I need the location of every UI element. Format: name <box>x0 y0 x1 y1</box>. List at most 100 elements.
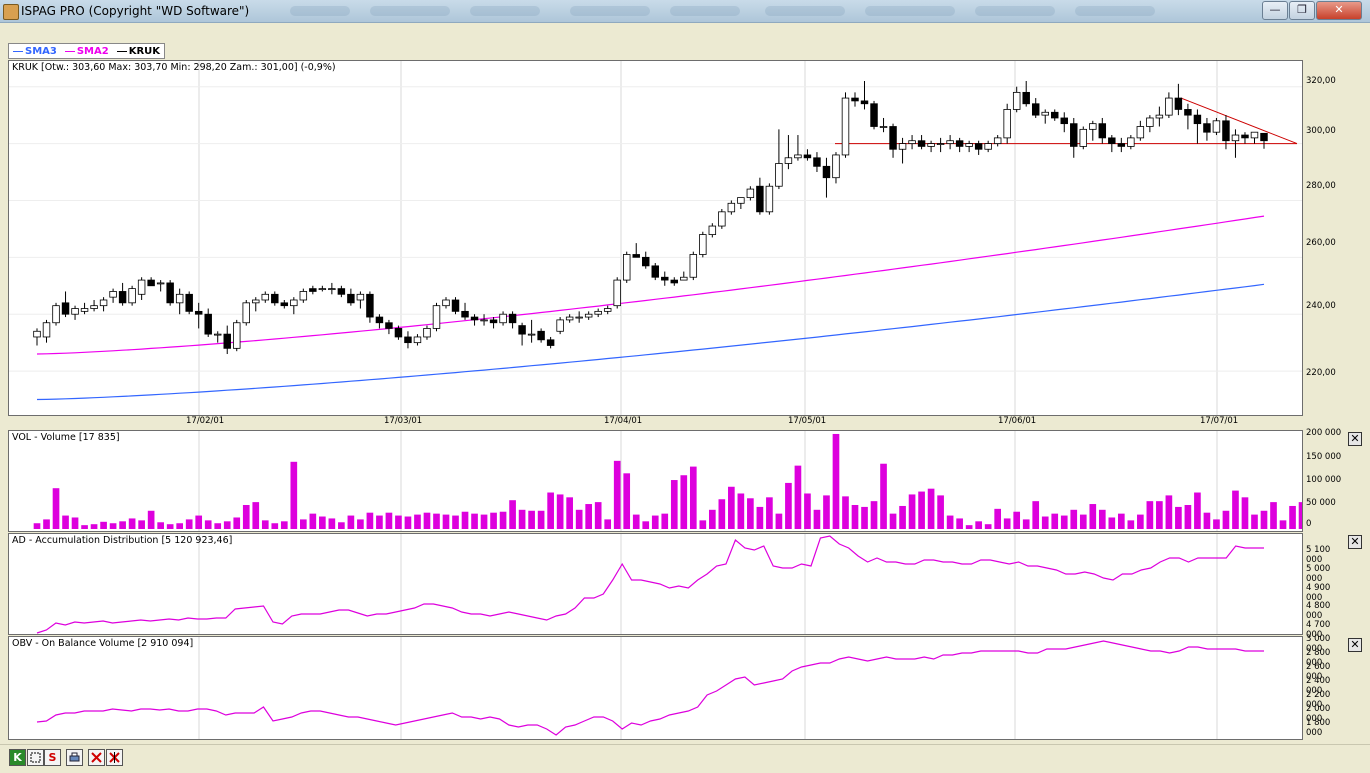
candle-body <box>470 316 479 321</box>
y-tick-label: 5 000 000 <box>1306 564 1331 584</box>
volume-bar <box>1022 519 1030 529</box>
candle <box>661 271 669 286</box>
volume-bar <box>1003 518 1011 529</box>
ad-close-icon[interactable]: ✕ <box>1348 535 1362 549</box>
legend-item-sma2[interactable]: SMA2 <box>64 46 109 57</box>
candle <box>1012 86 1021 113</box>
candle <box>1108 135 1116 153</box>
candle-body <box>651 265 659 278</box>
candle-body <box>556 319 564 332</box>
candle-body <box>718 211 726 227</box>
volume-bar <box>918 491 925 529</box>
candle-body <box>33 330 41 338</box>
candle <box>1222 115 1230 150</box>
candle-body <box>936 143 945 145</box>
background-taskbar-item <box>370 6 450 16</box>
candle-body <box>1260 132 1268 142</box>
volume-bar <box>1251 514 1258 529</box>
fit-view-icon[interactable] <box>27 749 44 766</box>
series-legend: SMA3 SMA2 KRUK <box>8 43 166 59</box>
candle-body <box>889 126 897 150</box>
candle <box>565 314 574 323</box>
candle <box>718 208 726 229</box>
candle-body <box>90 305 98 309</box>
legend-label: SMA3 <box>25 45 57 57</box>
close-button[interactable]: ✕ <box>1316 1 1362 20</box>
candle-body <box>309 288 317 292</box>
price-chart[interactable] <box>9 61 1302 415</box>
volume-bar <box>1032 501 1040 529</box>
volume-bar <box>100 521 107 529</box>
candle-body <box>794 154 802 159</box>
volume-bar <box>1241 497 1249 529</box>
candle-body <box>775 163 783 187</box>
candle-body <box>442 299 450 307</box>
volume-bar <box>1279 520 1287 529</box>
candle <box>1127 135 1135 150</box>
volume-bar <box>480 514 488 529</box>
candle <box>889 123 897 158</box>
restore-button[interactable]: ❐ <box>1289 1 1315 20</box>
volume-bar <box>575 509 583 529</box>
volume-bar <box>908 494 916 529</box>
candle-body <box>404 336 412 344</box>
candle <box>1070 117 1078 158</box>
print-icon[interactable] <box>66 749 83 766</box>
candle <box>974 140 983 155</box>
delete-drawing-icon[interactable] <box>88 749 105 766</box>
legend-item-sma3[interactable]: SMA3 <box>13 46 57 57</box>
volume-bar <box>1079 514 1087 529</box>
volume-bar <box>785 482 792 529</box>
volume-bar <box>699 520 707 529</box>
volume-close-icon[interactable]: ✕ <box>1348 432 1362 446</box>
legend-item-kruk[interactable]: KRUK <box>116 46 160 57</box>
candle <box>1117 137 1126 153</box>
candle-body <box>233 322 241 349</box>
delete-all-icon[interactable] <box>106 749 123 766</box>
candle <box>955 137 964 153</box>
volume-panel[interactable]: VOL - Volume [17 835] <box>8 430 1303 532</box>
volume-bar <box>490 512 497 529</box>
candle-body <box>1079 128 1088 147</box>
volume-bar <box>832 433 840 529</box>
candle-body <box>1241 134 1249 139</box>
s-button[interactable]: S <box>44 749 61 766</box>
candle-body <box>489 319 498 324</box>
volume-bar <box>1184 505 1192 529</box>
candle-body <box>955 140 964 147</box>
volume-bar <box>280 521 288 529</box>
obv-panel[interactable]: OBV - On Balance Volume [2 910 094] <box>8 636 1303 740</box>
candle <box>832 152 840 184</box>
background-taskbar-item <box>570 6 650 16</box>
volume-bar <box>737 493 745 529</box>
candle-body <box>642 256 650 267</box>
volume-bar <box>62 515 69 529</box>
candle-body <box>1231 134 1240 142</box>
volume-bar <box>642 521 650 529</box>
volume-bar <box>376 515 383 529</box>
obv-close-icon[interactable]: ✕ <box>1348 638 1362 652</box>
candle-body <box>537 330 545 341</box>
candle-body <box>1022 91 1030 105</box>
candle <box>784 135 793 170</box>
candle <box>1022 81 1030 107</box>
candle <box>261 291 270 303</box>
candle-body <box>394 328 403 338</box>
volume-bar <box>299 519 307 529</box>
candle <box>1003 103 1011 144</box>
volume-chart[interactable] <box>9 431 1302 531</box>
candle <box>870 100 878 130</box>
volume-bar <box>1165 495 1173 529</box>
candle <box>318 285 327 292</box>
candle <box>223 325 231 355</box>
date-axis: 17/02/01 17/03/01 17/04/01 17/05/01 17/0… <box>8 416 1301 428</box>
minimize-button[interactable]: — <box>1262 1 1288 20</box>
obv-chart[interactable] <box>9 637 1302 739</box>
price-chart-panel[interactable]: KRUK [Otw.: 303,60 Max: 303,70 Min: 298,… <box>8 60 1303 416</box>
ad-panel[interactable]: AD - Accumulation Distribution [5 120 92… <box>8 533 1303 635</box>
candle-body <box>1070 123 1078 147</box>
x-tick-label: 17/03/01 <box>384 416 423 426</box>
ad-chart[interactable] <box>9 534 1302 634</box>
candle-body <box>223 333 231 349</box>
k-button[interactable]: K <box>9 749 26 766</box>
